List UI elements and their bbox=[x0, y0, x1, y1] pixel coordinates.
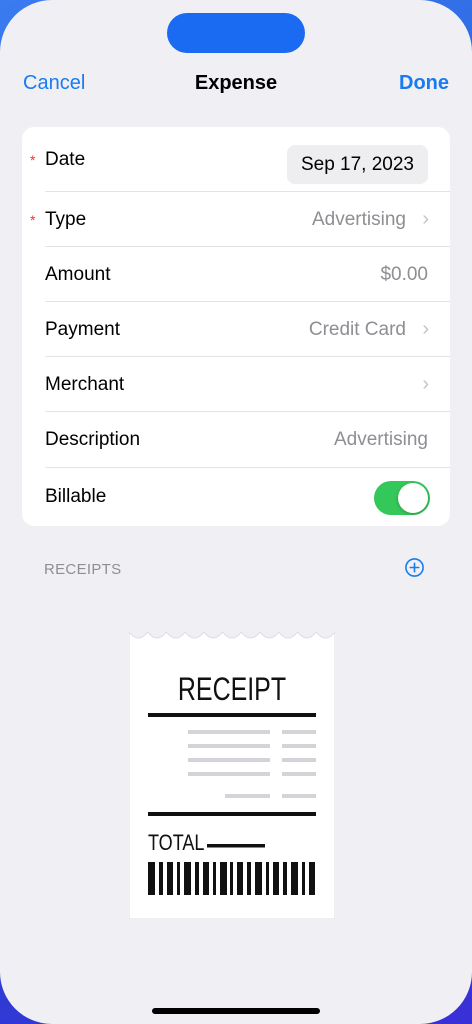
chevron-right-icon: › bbox=[422, 208, 429, 230]
description-label: Description bbox=[45, 429, 141, 450]
date-row[interactable]: * Date Sep 17, 2023 bbox=[22, 132, 450, 187]
navigation-bar: Cancel Expense Done bbox=[0, 62, 472, 106]
receipt-total-label: TOTAL bbox=[148, 831, 204, 855]
merchant-label: Merchant bbox=[45, 374, 125, 395]
home-indicator[interactable] bbox=[152, 1008, 320, 1014]
type-row[interactable]: * Type Advertising › bbox=[22, 192, 450, 247]
description-row[interactable]: Description Advertising bbox=[22, 412, 450, 467]
payment-value: Credit Card bbox=[308, 319, 406, 340]
description-field[interactable]: Advertising bbox=[334, 412, 428, 467]
date-label: Date bbox=[45, 149, 86, 170]
dynamic-island bbox=[167, 13, 305, 53]
plus-circle-icon[interactable] bbox=[404, 557, 425, 578]
amount-field[interactable]: $0.00 bbox=[380, 247, 428, 302]
type-value: Advertising bbox=[312, 209, 406, 230]
screen: Cancel Expense Done * Date Sep 17, 2023 … bbox=[0, 0, 472, 1024]
amount-row[interactable]: Amount $0.00 bbox=[22, 247, 450, 302]
device-frame: Cancel Expense Done * Date Sep 17, 2023 … bbox=[0, 0, 472, 1024]
receipts-section-header: RECEIPTS bbox=[44, 561, 122, 578]
chevron-right-icon: › bbox=[422, 373, 429, 395]
required-marker: * bbox=[30, 212, 36, 228]
merchant-row[interactable]: Merchant › bbox=[22, 357, 450, 412]
type-label: Type bbox=[45, 209, 87, 230]
amount-label: Amount bbox=[45, 264, 111, 285]
payment-label: Payment bbox=[45, 319, 120, 340]
toggle-knob bbox=[398, 483, 428, 513]
divider bbox=[45, 467, 450, 468]
billable-row: Billable bbox=[22, 469, 450, 524]
billable-label: Billable bbox=[45, 486, 107, 507]
receipt-thumbnail[interactable]: RECEIPT TOTAL bbox=[129, 628, 335, 919]
receipt-title: RECEIPT bbox=[178, 672, 286, 708]
date-picker[interactable]: Sep 17, 2023 bbox=[286, 145, 428, 184]
required-marker: * bbox=[30, 152, 36, 168]
expense-form: * Date Sep 17, 2023 * Type Advertising ›… bbox=[22, 127, 450, 526]
done-button[interactable]: Done bbox=[399, 72, 449, 95]
payment-row[interactable]: Payment Credit Card › bbox=[22, 302, 450, 357]
billable-toggle[interactable] bbox=[374, 481, 430, 515]
chevron-right-icon: › bbox=[422, 318, 429, 340]
